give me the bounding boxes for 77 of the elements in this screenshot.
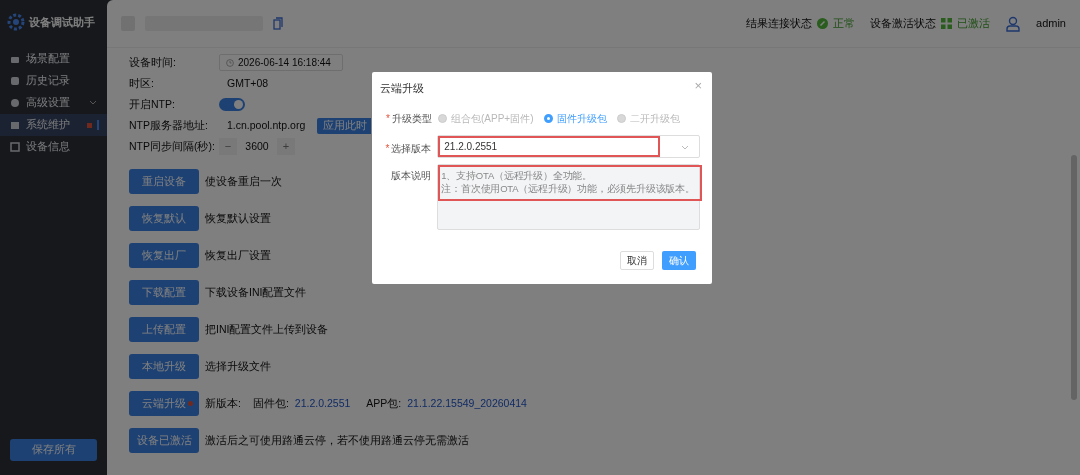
menu-icon (10, 120, 20, 130)
field-label: 设备时间: (129, 54, 177, 70)
action-button[interactable]: 下载配置 (129, 280, 199, 305)
radio-button[interactable] (543, 113, 553, 123)
sidebar-label: 历史记录 (26, 73, 70, 89)
field-value: 1.cn.pool.ntp.org (226, 117, 306, 133)
required-mark: * (386, 112, 390, 124)
action-button[interactable]: 恢复出厂 (129, 243, 199, 268)
action-description: 下载设备INI配置文件 (205, 284, 307, 300)
radio-option[interactable]: 固件升级包 (543, 110, 607, 126)
link-icon (817, 18, 829, 29)
close-button[interactable]: × (694, 76, 702, 96)
grid-icon (941, 18, 953, 29)
plus-button[interactable]: + (277, 138, 295, 155)
sidebar-label: 设备信息 (26, 139, 70, 155)
version-label: 新版本: (205, 395, 241, 411)
minus-button[interactable]: − (219, 138, 237, 155)
action-button[interactable]: 重启设备 (129, 169, 199, 194)
caret-icon (681, 144, 689, 150)
action-description: 使设备重启一次 (205, 173, 282, 189)
datetime-field[interactable]: 2026-06-14 16:18:44 (219, 54, 343, 71)
copy-icon[interactable] (273, 17, 283, 30)
notes-line: 1、支持OTA（远程升级）全功能。 (441, 168, 594, 182)
sidebar-label: 场景配置 (26, 51, 70, 67)
sidebar-item[interactable]: 历史记录 (0, 70, 107, 92)
field-label: NTP服务器地址: (129, 117, 209, 133)
notes-line: 注：首次使用OTA（远程升级）功能，必须先升级该版本。 (441, 181, 696, 195)
gear-logo-icon (6, 12, 26, 32)
status-value: 正常 (833, 15, 856, 31)
action-description: 把INI配置文件上传到设备 (205, 321, 329, 337)
action-button[interactable]: 上传配置 (129, 317, 199, 342)
field-value: GMT+08 (226, 75, 269, 91)
status-value: 已激活 (957, 15, 991, 31)
sidebar-item[interactable]: 设备信息 (0, 136, 107, 158)
menu-icon (10, 54, 20, 64)
action-button[interactable]: 设备已激活 (129, 428, 199, 453)
dialog-title: 云端升级 (380, 81, 424, 96)
version-select[interactable]: 21.2.0.2551 (437, 134, 700, 158)
action-description: 恢复默认设置 (205, 210, 271, 226)
status-label: 结果连接状态 (746, 15, 813, 31)
menu-icon (10, 98, 20, 108)
username[interactable]: admin (1036, 15, 1066, 32)
required-mark: * (385, 142, 390, 154)
field-label: 开启NTP: (129, 96, 176, 112)
sidebar-label: 系统维护 (26, 117, 70, 133)
field-label: 时区: (129, 75, 155, 91)
sidebar-item[interactable]: 高级设置 (0, 92, 107, 114)
status-label: 设备激活状态 (870, 15, 937, 31)
clock-icon (226, 58, 234, 67)
menu-icon (10, 142, 20, 152)
version-link[interactable]: 21.2.0.2551 (294, 395, 351, 412)
action-button[interactable]: 本地升级 (129, 354, 199, 379)
action-button[interactable]: 云端升级 (129, 391, 199, 416)
action-description: 选择升级文件 (205, 358, 271, 374)
version-link[interactable]: 21.1.22.15549_20260414 (407, 395, 527, 412)
form-label: 升级类型 (392, 112, 432, 124)
form-label: 版本说明 (391, 169, 432, 181)
menu-icon (10, 76, 20, 86)
save-all-button[interactable]: 保存所有 (10, 439, 97, 461)
sidebar-label: 高级设置 (26, 95, 70, 111)
version-label: 固件包: (252, 395, 289, 411)
action-description: 激活后之可使用路通云停，若不使用路通云停无需激活 (205, 432, 469, 448)
version-label: APP包: (366, 395, 402, 411)
form-label: 选择版本 (391, 142, 432, 154)
number-field[interactable]: 3600 (237, 138, 277, 155)
cancel-button[interactable]: 取消 (620, 251, 654, 270)
user-icon[interactable] (1005, 15, 1022, 32)
confirm-button[interactable]: 确认 (662, 251, 696, 270)
toggle-switch[interactable] (219, 98, 245, 111)
apply-button[interactable]: 应用此时 (317, 117, 372, 134)
action-button[interactable]: 恢复默认 (129, 206, 199, 231)
sidebar-item[interactable]: 系统维护 (0, 114, 107, 136)
sidebar-item[interactable]: 场景配置 (0, 48, 107, 70)
scrollbar-thumb[interactable] (1071, 155, 1077, 400)
action-description: 恢复出厂设置 (205, 247, 271, 263)
field-label: NTP同步间隔(秒): (129, 138, 216, 154)
app-title: 设备调试助手 (29, 14, 95, 30)
